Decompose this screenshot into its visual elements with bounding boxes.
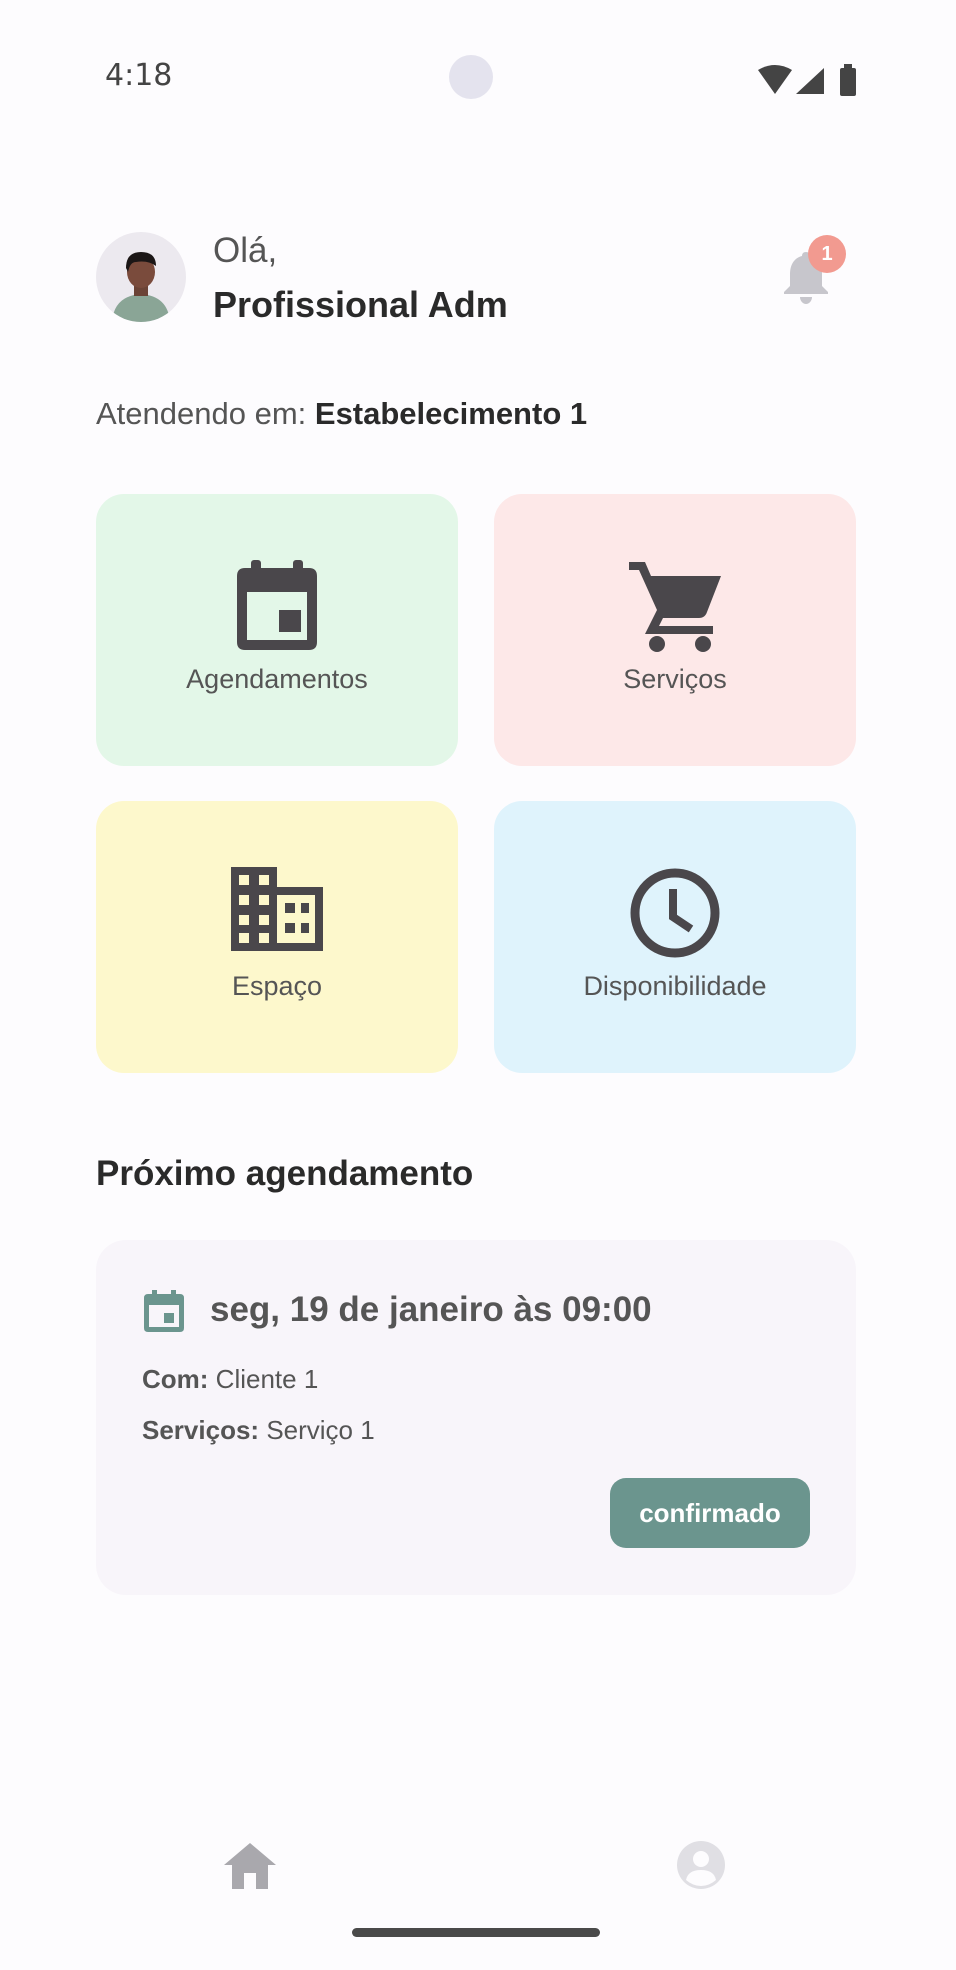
location-value: Estabelecimento 1 bbox=[314, 396, 588, 431]
tile-disponibilidade[interactable]: Disponibilidade bbox=[494, 801, 856, 1073]
services-value: Serviço 1 bbox=[266, 1415, 375, 1445]
battery-icon bbox=[840, 64, 856, 96]
clock-icon bbox=[630, 868, 720, 958]
avatar[interactable] bbox=[96, 232, 186, 322]
tile-label: Agendamentos bbox=[186, 664, 368, 694]
calendar-icon bbox=[144, 1290, 184, 1332]
wifi-icon bbox=[758, 65, 792, 94]
appointment-card[interactable]: seg, 19 de janeiro às 09:00 Com: Cliente… bbox=[96, 1240, 856, 1595]
camera-cutout bbox=[449, 55, 493, 99]
cart-icon bbox=[629, 562, 721, 652]
user-name: Profissional Adm bbox=[213, 284, 508, 325]
status-badge: confirmado bbox=[610, 1478, 810, 1548]
appointment-services: Serviços: Serviço 1 bbox=[142, 1415, 375, 1446]
profile-icon[interactable] bbox=[676, 1840, 726, 1890]
status-time: 4:18 bbox=[105, 58, 173, 93]
location-label: Atendendo em: bbox=[96, 396, 307, 431]
tile-agendamentos[interactable]: Agendamentos bbox=[96, 494, 458, 766]
tile-label: Serviços bbox=[623, 664, 727, 694]
tile-espaco[interactable]: Espaço bbox=[96, 801, 458, 1073]
status-icons bbox=[758, 64, 856, 96]
tile-label: Espaço bbox=[231, 971, 323, 1001]
notification-badge: 1 bbox=[808, 235, 846, 273]
services-label: Serviços: bbox=[142, 1415, 260, 1445]
tile-servicos[interactable]: Serviços bbox=[494, 494, 856, 766]
section-title: Próximo agendamento bbox=[96, 1154, 474, 1193]
client-value: Cliente 1 bbox=[215, 1364, 319, 1394]
appointment-date: seg, 19 de janeiro às 09:00 bbox=[210, 1290, 652, 1329]
home-icon[interactable] bbox=[224, 1843, 276, 1889]
home-indicator[interactable] bbox=[352, 1928, 600, 1937]
appointment-client: Com: Cliente 1 bbox=[142, 1364, 318, 1395]
greeting-text: Olá, bbox=[213, 231, 278, 270]
location-text: Atendendo em: Estabelecimento 1 bbox=[96, 396, 587, 432]
building-icon bbox=[231, 867, 323, 951]
calendar-icon bbox=[237, 560, 317, 650]
home-screen: 4:18 Olá, Profissional Adm 1 Atendendo e… bbox=[0, 0, 956, 1970]
client-label: Com: bbox=[142, 1364, 209, 1394]
tile-label: Disponibilidade bbox=[583, 971, 767, 1001]
signal-icon bbox=[796, 68, 824, 94]
